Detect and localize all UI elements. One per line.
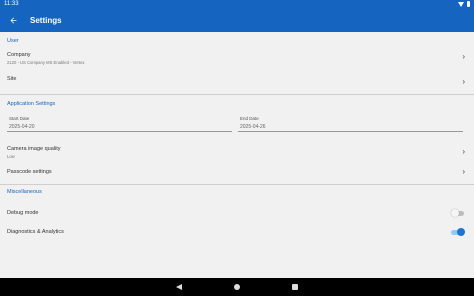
- back-arrow-icon: [10, 17, 16, 24]
- nav-home-icon[interactable]: [234, 284, 240, 290]
- debug-mode-setting[interactable]: Debug mode: [0, 208, 474, 222]
- start-date-label: Start Date: [9, 116, 30, 121]
- section-header-misc: Miscellaneous: [7, 189, 42, 195]
- company-setting[interactable]: Company 2120 - US Company MS Enabled - V…: [0, 48, 474, 68]
- camera-quality-value: Low: [7, 154, 15, 159]
- camera-quality-label: Camera image quality: [7, 146, 61, 152]
- back-button[interactable]: [1, 9, 25, 32]
- switch-thumb: [451, 209, 459, 217]
- start-date-underline: [7, 131, 232, 132]
- site-label: Site: [7, 76, 17, 82]
- end-date-underline: [238, 131, 463, 132]
- wifi-icon: [458, 1, 464, 7]
- company-value: 2120 - US Company MS Enabled - Vertex: [7, 60, 85, 65]
- end-date-label: End Date: [240, 116, 259, 121]
- passcode-label: Passcode settings: [7, 169, 52, 175]
- divider: [0, 94, 474, 95]
- status-time: 11:33: [4, 1, 19, 7]
- section-header-application: Application Settings: [7, 101, 56, 107]
- nav-back-icon[interactable]: [176, 284, 182, 290]
- settings-list: User Company 2120 - US Company MS Enable…: [0, 32, 474, 278]
- start-date-value: 2025-04-20: [9, 124, 35, 130]
- chevron-right-icon: ›: [462, 52, 465, 61]
- passcode-setting[interactable]: Passcode settings ›: [0, 166, 474, 182]
- debug-mode-label: Debug mode: [7, 210, 39, 216]
- diagnostics-setting[interactable]: Diagnostics & Analytics: [0, 227, 474, 241]
- nav-recents-icon[interactable]: [292, 284, 298, 290]
- page-title: Settings: [30, 16, 62, 25]
- section-header-user: User: [7, 38, 19, 44]
- site-setting[interactable]: Site ›: [0, 72, 474, 92]
- divider: [0, 184, 474, 185]
- end-date-value: 2025-04-26: [240, 124, 266, 130]
- camera-quality-setting[interactable]: Camera image quality Low ›: [0, 142, 474, 164]
- app-bar: Settings: [0, 9, 474, 32]
- battery-icon: [467, 1, 470, 7]
- system-nav-bar: [0, 278, 474, 296]
- status-bar: 11:33: [0, 0, 474, 9]
- chevron-right-icon: ›: [462, 167, 465, 176]
- chevron-right-icon: ›: [462, 77, 465, 86]
- company-label: Company: [7, 52, 31, 58]
- chevron-right-icon: ›: [462, 147, 465, 156]
- diagnostics-label: Diagnostics & Analytics: [7, 229, 64, 235]
- status-icons: [458, 1, 470, 7]
- switch-thumb: [457, 228, 465, 236]
- debug-mode-switch[interactable]: [451, 209, 465, 217]
- diagnostics-switch[interactable]: [451, 228, 465, 236]
